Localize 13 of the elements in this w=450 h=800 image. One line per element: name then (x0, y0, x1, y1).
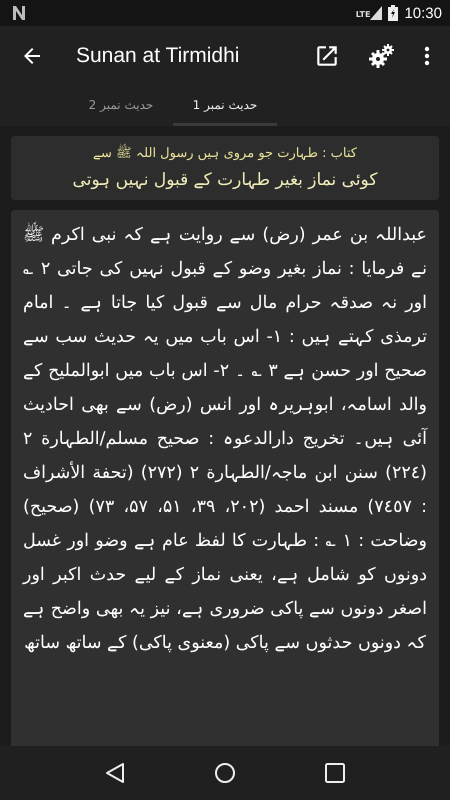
clock: 10:30 (404, 4, 442, 22)
book-title: کتاب : طہارت جو مروی ہیں رسول اللہ ﷺ سے (21, 142, 429, 166)
square-icon (325, 763, 346, 783)
app-title: Sunan at Tirmidhi (76, 44, 240, 68)
tab[interactable]: حدیث نمبر 2 (69, 86, 173, 126)
hadith-text: عبداللہ بن عمر (رض) سے روایت ہے کہ نبی اکرم ﷺ نے فرمایا : نماز بغیر وضو کے قبول نہیں کی جاتی ۲ ؎ اور نہ صدقہ حرام مال سے قبول کیا جاتا ہے ۔ امام ترمذی کہتے ہیں : ۱- اس باب میں یہ حدیث سب سے صحیح اور حسن ہے ۳ ؎ ۔ ۲- اس باب میں ابوالملیح کے والد اسامہ، ابوہریرہ اور انس (رض) سے بھی احادیث آئی ہیں۔ تخریج دارالدعوہ : صحیح مسلم/الطہارة ۲ (۲۲٤) سنن ابن ماجہ/الطہارة ۲ (۲۷۲) (تحفة الأشراف : ۷٤٥۷) مسند احمد (۲۰۲، ۳۹، ۵۱، ۵۷، ۷۳) (صحیح) وضاحت : ۱ ؎ : طہارت کا لفظ عام ہے وضو اور غسل دونوں کو شامل ہے، یعنی نماز کے لیے حدث اکبر اور اصغر دونوں سے پاکی ضروری ہے، نیز یہ بھی واضح ہے کہ دونوں حدثوں سے پاکی (معنوی پاکی) کے ساتھ ساتھ (23, 218, 427, 660)
circle-icon (214, 762, 236, 784)
chapter-heading: کوئی نماز بغیر طہارت کے قبول نہیں ہوتی (72, 169, 378, 192)
network-type: LTE (356, 10, 370, 18)
battery-icon (388, 5, 398, 21)
notification-icon (12, 5, 26, 21)
signal-icon (370, 6, 382, 20)
triangle-icon (104, 762, 125, 784)
